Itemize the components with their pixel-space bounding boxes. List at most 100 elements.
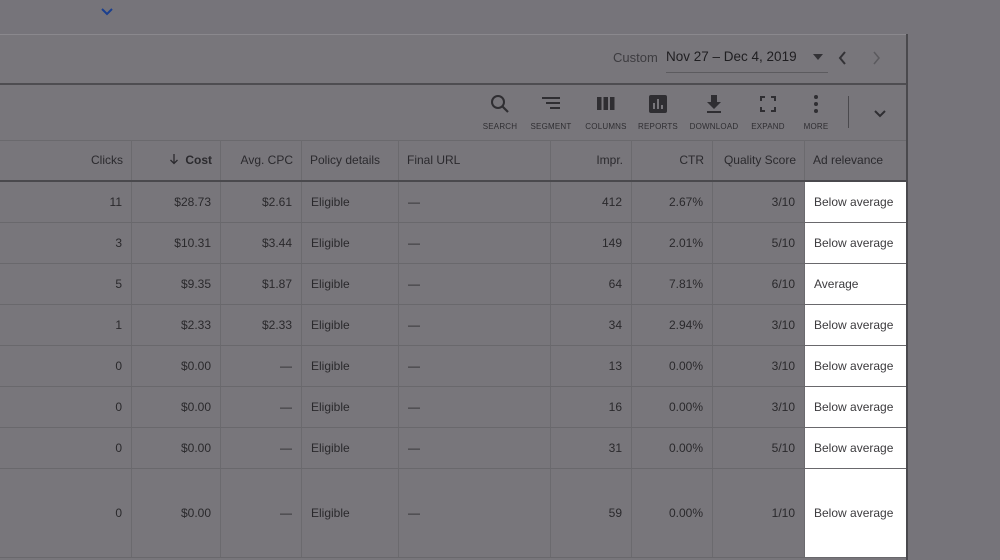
cell-impr: 16 [551,387,632,427]
cell-clicks: 1 [0,305,132,345]
reports-label: REPORTS [638,122,678,131]
table-toolbar: SEARCH SEGMENT COLUMNS REPORTS DOWNLOAD … [0,84,906,141]
table-row[interactable]: 5 $9.35 $1.87 Eligible —64 7.81% 6/10 Average [0,264,906,305]
date-range-value[interactable]: Nov 27 – Dec 4, 2019 [666,49,797,64]
chevron-down-icon[interactable] [873,106,887,118]
reports-button[interactable]: REPORTS [628,94,688,134]
cell-relevance: Average [805,264,906,304]
chevron-right-icon[interactable] [869,50,883,66]
more-vertical-icon [814,95,818,113]
table-row[interactable]: 0 $0.00— Eligible —13 0.00% 3/10 Below average [0,346,906,387]
download-button[interactable]: DOWNLOAD [684,94,744,134]
cell-policy[interactable]: Eligible [302,223,399,263]
cell-policy[interactable]: Eligible [302,264,399,304]
cell-clicks: 0 [0,346,132,386]
table-row[interactable]: 0 $0.00— Eligible —59 0.00% 1/10 Below average [0,469,906,558]
cell-cost: $0.00 [132,428,221,468]
cell-policy[interactable]: Eligible [302,469,399,557]
cell-cost: $10.31 [132,223,221,263]
cell-impr: 34 [551,305,632,345]
columns-button[interactable]: COLUMNS [576,94,636,134]
cell-ctr: 0.00% [632,387,713,427]
more-button[interactable]: MORE [786,94,846,134]
cell-cost: $28.73 [132,182,221,222]
cell-relevance: Below average [805,387,906,427]
cell-avg-cpc: — [221,346,302,386]
cell-quality: 3/10 [713,346,805,386]
cell-final-url[interactable]: — [399,387,551,427]
cell-final-url[interactable]: — [399,223,551,263]
cell-final-url[interactable]: — [399,469,551,557]
cell-ctr: 0.00% [632,346,713,386]
cell-ctr: 0.00% [632,469,713,557]
cell-cost: $0.00 [132,346,221,386]
cell-clicks: 11 [0,182,132,222]
cell-policy[interactable]: Eligible [302,305,399,345]
table-row[interactable]: 1 $2.33 $2.33 Eligible —34 2.94% 3/10 Below ave… [0,305,906,346]
column-header-final-url[interactable]: Final URL [399,140,551,180]
cell-quality: 5/10 [713,223,805,263]
date-range-underline [666,72,828,73]
cell-cost: $2.33 [132,305,221,345]
cell-final-url[interactable]: — [399,305,551,345]
chevron-down-icon[interactable] [99,5,115,19]
cell-ctr: 2.94% [632,305,713,345]
cell-avg-cpc: — [221,428,302,468]
table-row[interactable]: 0 $0.00— Eligible —31 0.00% 5/10 Below average [0,428,906,469]
cell-impr: 412 [551,182,632,222]
column-header-impr[interactable]: Impr. [551,140,632,180]
date-range-label: Custom [613,50,658,65]
column-header-clicks[interactable]: Clicks [0,140,132,180]
cell-ctr: 0.00% [632,428,713,468]
segment-button[interactable]: SEGMENT [521,94,581,134]
chevron-left-icon[interactable] [836,50,850,66]
report-panel: Custom Nov 27 – Dec 4, 2019 SEARCH SEGME… [0,34,908,560]
column-header-policy-details[interactable]: Policy details [302,140,399,180]
toolbar-divider [848,96,849,128]
cell-policy[interactable]: Eligible [302,428,399,468]
search-icon [491,95,509,113]
expand-icon [760,96,776,112]
cell-impr: 149 [551,223,632,263]
table-row[interactable]: 0 $0.00— Eligible —16 0.00% 3/10 Below average [0,387,906,428]
cell-impr: 13 [551,346,632,386]
cell-final-url[interactable]: — [399,346,551,386]
column-header-avg-cpc[interactable]: Avg. CPC [221,140,302,180]
column-header-cost[interactable]: Cost [132,140,221,180]
cell-relevance: Below average [805,182,906,222]
cell-policy[interactable]: Eligible [302,182,399,222]
download-icon [707,95,721,113]
cell-cost: $0.00 [132,469,221,557]
more-label: MORE [803,122,829,131]
cell-quality: 3/10 [713,305,805,345]
cell-avg-cpc: — [221,387,302,427]
cell-policy[interactable]: Eligible [302,387,399,427]
cell-avg-cpc: $3.44 [221,223,302,263]
cell-quality: 5/10 [713,428,805,468]
cell-clicks: 0 [0,469,132,557]
cell-final-url[interactable]: — [399,182,551,222]
table-header: Clicks Cost Avg. CPC Policy details Fina… [0,140,906,182]
cell-ctr: 2.01% [632,223,713,263]
cell-avg-cpc: $2.33 [221,305,302,345]
cell-impr: 64 [551,264,632,304]
cell-policy[interactable]: Eligible [302,346,399,386]
table-row[interactable]: 3 $10.31 $3.44 Eligible —149 2.01% 5/10 Below a… [0,223,906,264]
cell-relevance: Below average [805,428,906,468]
column-header-ctr[interactable]: CTR [632,140,713,180]
cell-final-url[interactable]: — [399,264,551,304]
column-header-cost-label: Cost [185,153,212,167]
column-header-ad-relevance[interactable]: Ad relevance [805,140,906,180]
table-row[interactable]: 11 $28.73 $2.61 Eligible —412 2.67% 3/10 Below … [0,182,906,223]
cell-quality: 1/10 [713,469,805,557]
column-header-quality-score[interactable]: Quality Score [713,140,805,180]
cell-clicks: 0 [0,428,132,468]
cell-clicks: 3 [0,223,132,263]
cell-final-url[interactable]: — [399,428,551,468]
cell-quality: 3/10 [713,182,805,222]
cell-impr: 59 [551,469,632,557]
caret-down-icon[interactable] [813,54,823,60]
cell-relevance: Below average [805,469,906,557]
cell-cost: $0.00 [132,387,221,427]
date-range-bar: Custom Nov 27 – Dec 4, 2019 [0,34,906,85]
